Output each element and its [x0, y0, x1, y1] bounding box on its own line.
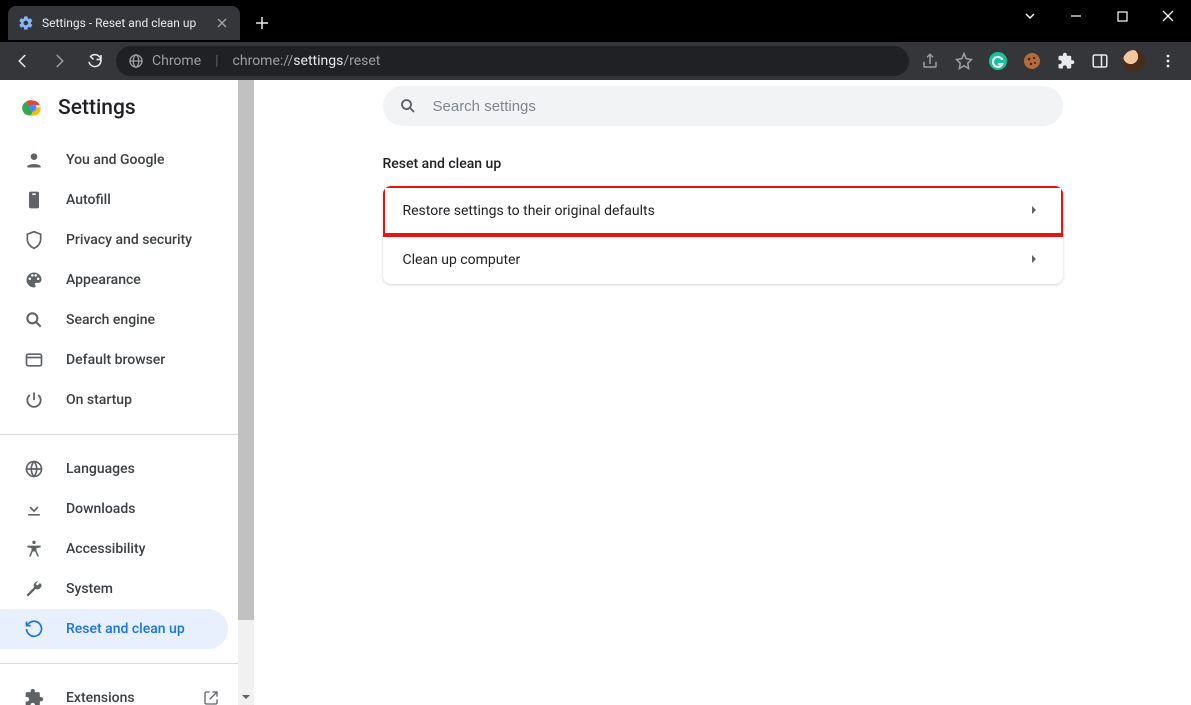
- profile-avatar[interactable]: [1119, 46, 1149, 76]
- extension-cookie-icon[interactable]: [1017, 46, 1047, 76]
- sidebar-divider: [0, 663, 238, 664]
- power-icon: [24, 390, 44, 410]
- sidebar-item-search-engine[interactable]: Search engine: [0, 300, 238, 340]
- chrome-logo-icon: [22, 97, 44, 119]
- sidebar-item-label: Default browser: [66, 352, 165, 368]
- accessibility-icon: [24, 539, 44, 559]
- extensions-puzzle-icon[interactable]: [1051, 46, 1081, 76]
- settings-header: Settings: [0, 80, 238, 134]
- settings-main: Reset and clean up Restore settings to t…: [254, 80, 1191, 705]
- reload-button[interactable]: [80, 46, 110, 76]
- settings-title: Settings: [58, 96, 136, 120]
- browser-tab[interactable]: Settings - Reset and clean up: [8, 6, 240, 40]
- sidebar-item-accessibility[interactable]: Accessibility: [0, 529, 238, 569]
- row-restore-defaults[interactable]: Restore settings to their original defau…: [383, 186, 1063, 235]
- sidebar-item-label: Reset and clean up: [66, 621, 185, 637]
- section-title: Reset and clean up: [383, 156, 1063, 172]
- browser-window-icon: [24, 350, 44, 370]
- address-bar[interactable]: Chrome | chrome://settings/reset: [116, 46, 909, 76]
- kebab-menu-icon[interactable]: [1153, 46, 1183, 76]
- restore-icon: [24, 619, 44, 639]
- clipboard-icon: [24, 190, 44, 210]
- window-controls: [1007, 0, 1191, 32]
- bookmark-star-icon[interactable]: [949, 46, 979, 76]
- reset-card: Restore settings to their original defau…: [383, 186, 1063, 284]
- chevron-right-icon: [1027, 252, 1043, 268]
- row-clean-up-computer[interactable]: Clean up computer: [383, 235, 1063, 284]
- sidebar-item-label: Languages: [66, 461, 135, 477]
- sidebar-scrollbar[interactable]: [238, 80, 254, 705]
- close-window-button[interactable]: [1145, 0, 1191, 32]
- sidebar-item-downloads[interactable]: Downloads: [0, 489, 238, 529]
- globe-icon: [24, 459, 44, 479]
- sidebar-item-you-and-google[interactable]: You and Google: [0, 140, 238, 180]
- forward-button[interactable]: [44, 46, 74, 76]
- browser-toolbar: Chrome | chrome://settings/reset: [0, 42, 1191, 80]
- scroll-down-arrow[interactable]: [238, 689, 254, 705]
- puzzle-icon: [24, 688, 44, 705]
- sidebar-item-system[interactable]: System: [0, 569, 238, 609]
- sidebar-item-extensions[interactable]: Extensions: [0, 678, 238, 705]
- maximize-button[interactable]: [1099, 0, 1145, 32]
- search-icon: [399, 97, 417, 115]
- sidebar-item-label: On startup: [66, 392, 132, 408]
- shield-icon: [24, 230, 44, 250]
- gear-icon: [18, 15, 34, 31]
- sidebar-item-reset[interactable]: Reset and clean up: [0, 609, 228, 649]
- sidebar-item-label: Search engine: [66, 312, 155, 328]
- share-icon[interactable]: [915, 46, 945, 76]
- site-info-icon[interactable]: [128, 53, 144, 69]
- back-button[interactable]: [8, 46, 38, 76]
- new-tab-button[interactable]: [248, 9, 276, 37]
- sidebar-item-label: You and Google: [66, 152, 164, 168]
- person-icon: [24, 150, 44, 170]
- sidebar-item-label: System: [66, 581, 113, 597]
- sidebar-item-label: Appearance: [66, 272, 141, 288]
- chevron-down-icon[interactable]: [1007, 0, 1053, 32]
- tabstrip: Settings - Reset and clean up: [0, 0, 1007, 40]
- settings-page: Settings You and Google Autofill Privacy…: [0, 80, 1191, 705]
- sidebar-item-label: Accessibility: [66, 541, 145, 557]
- sidebar-item-privacy[interactable]: Privacy and security: [0, 220, 238, 260]
- sidebar-item-appearance[interactable]: Appearance: [0, 260, 238, 300]
- sidebar-divider: [0, 434, 238, 435]
- url-scheme-label: Chrome: [152, 53, 201, 69]
- download-icon: [24, 499, 44, 519]
- minimize-button[interactable]: [1053, 0, 1099, 32]
- row-label: Restore settings to their original defau…: [403, 203, 655, 219]
- sidebar-item-on-startup[interactable]: On startup: [0, 380, 238, 420]
- search-icon: [24, 310, 44, 330]
- sidebar-item-label: Extensions: [66, 690, 135, 705]
- sidebar-item-default-browser[interactable]: Default browser: [0, 340, 238, 380]
- titlebar: Settings - Reset and clean up: [0, 0, 1191, 42]
- sidebar-item-languages[interactable]: Languages: [0, 449, 238, 489]
- side-panel-icon[interactable]: [1085, 46, 1115, 76]
- open-in-new-icon: [202, 689, 220, 705]
- sidebar-item-autofill[interactable]: Autofill: [0, 180, 238, 220]
- tab-title: Settings - Reset and clean up: [42, 16, 206, 30]
- wrench-icon: [24, 579, 44, 599]
- settings-sidebar: Settings You and Google Autofill Privacy…: [0, 80, 238, 705]
- url-text: chrome://settings/reset: [233, 53, 381, 69]
- search-settings[interactable]: [383, 86, 1063, 126]
- row-label: Clean up computer: [403, 252, 521, 268]
- sidebar-item-label: Downloads: [66, 501, 135, 517]
- search-input[interactable]: [431, 97, 1047, 116]
- scrollbar-thumb[interactable]: [238, 80, 254, 620]
- palette-icon: [24, 270, 44, 290]
- close-tab-icon[interactable]: [214, 15, 230, 31]
- sidebar-item-label: Privacy and security: [66, 232, 192, 248]
- extension-grammarly-icon[interactable]: [983, 46, 1013, 76]
- chevron-right-icon: [1027, 203, 1043, 219]
- sidebar-item-label: Autofill: [66, 192, 111, 208]
